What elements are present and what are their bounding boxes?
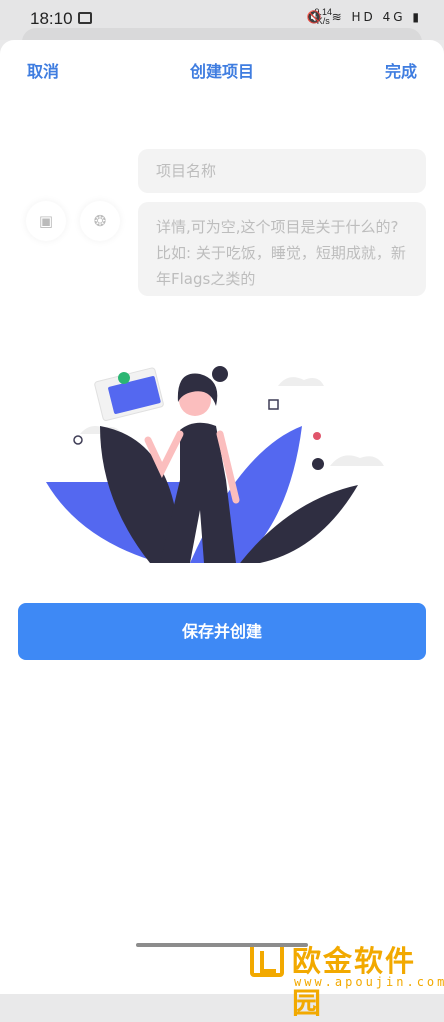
hd-label: HD xyxy=(351,10,376,24)
status-time: 18:10 xyxy=(30,9,73,28)
project-name-input[interactable]: 项目名称 xyxy=(138,149,426,193)
project-description-input[interactable]: 详情,可为空,这个项目是关于什么的? 比如: 关于吃饭，睡觉，短期成就，新年Fl… xyxy=(138,202,426,296)
watermark-logo xyxy=(250,943,284,977)
image-icon: ▣ xyxy=(38,212,54,230)
mute-icon: 🔇 xyxy=(306,10,325,24)
watermark-url: www.apoujin.com xyxy=(294,975,444,989)
palette-icon: ❂ xyxy=(93,212,107,230)
create-project-sheet: 取消 创建项目 完成 ▣ ❂ 项目名称 详情,可为空,这个项目是关于什么的? 比… xyxy=(0,40,444,1020)
save-and-create-button[interactable]: 保存并创建 xyxy=(18,603,426,660)
wifi-icon: ≋ xyxy=(331,10,345,24)
status-icons: 🔇 ≋ HD 4G ▮ xyxy=(307,10,422,24)
battery-icon: ▮ xyxy=(412,10,422,24)
done-button[interactable]: 完成 xyxy=(385,58,417,82)
signal-label: 4G xyxy=(382,10,406,24)
palette-button[interactable]: ❂ xyxy=(80,201,120,241)
home-indicator[interactable] xyxy=(136,943,308,947)
project-description-placeholder: 详情,可为空,这个项目是关于什么的? 比如: 关于吃饭，睡觉，短期成就，新年Fl… xyxy=(156,218,406,288)
gallery-notification-icon xyxy=(78,12,92,24)
image-button[interactable]: ▣ xyxy=(26,201,66,241)
project-name-placeholder: 项目名称 xyxy=(156,162,217,180)
woman-with-mail-illustration xyxy=(46,366,384,563)
page-title: 创建项目 xyxy=(189,62,254,81)
